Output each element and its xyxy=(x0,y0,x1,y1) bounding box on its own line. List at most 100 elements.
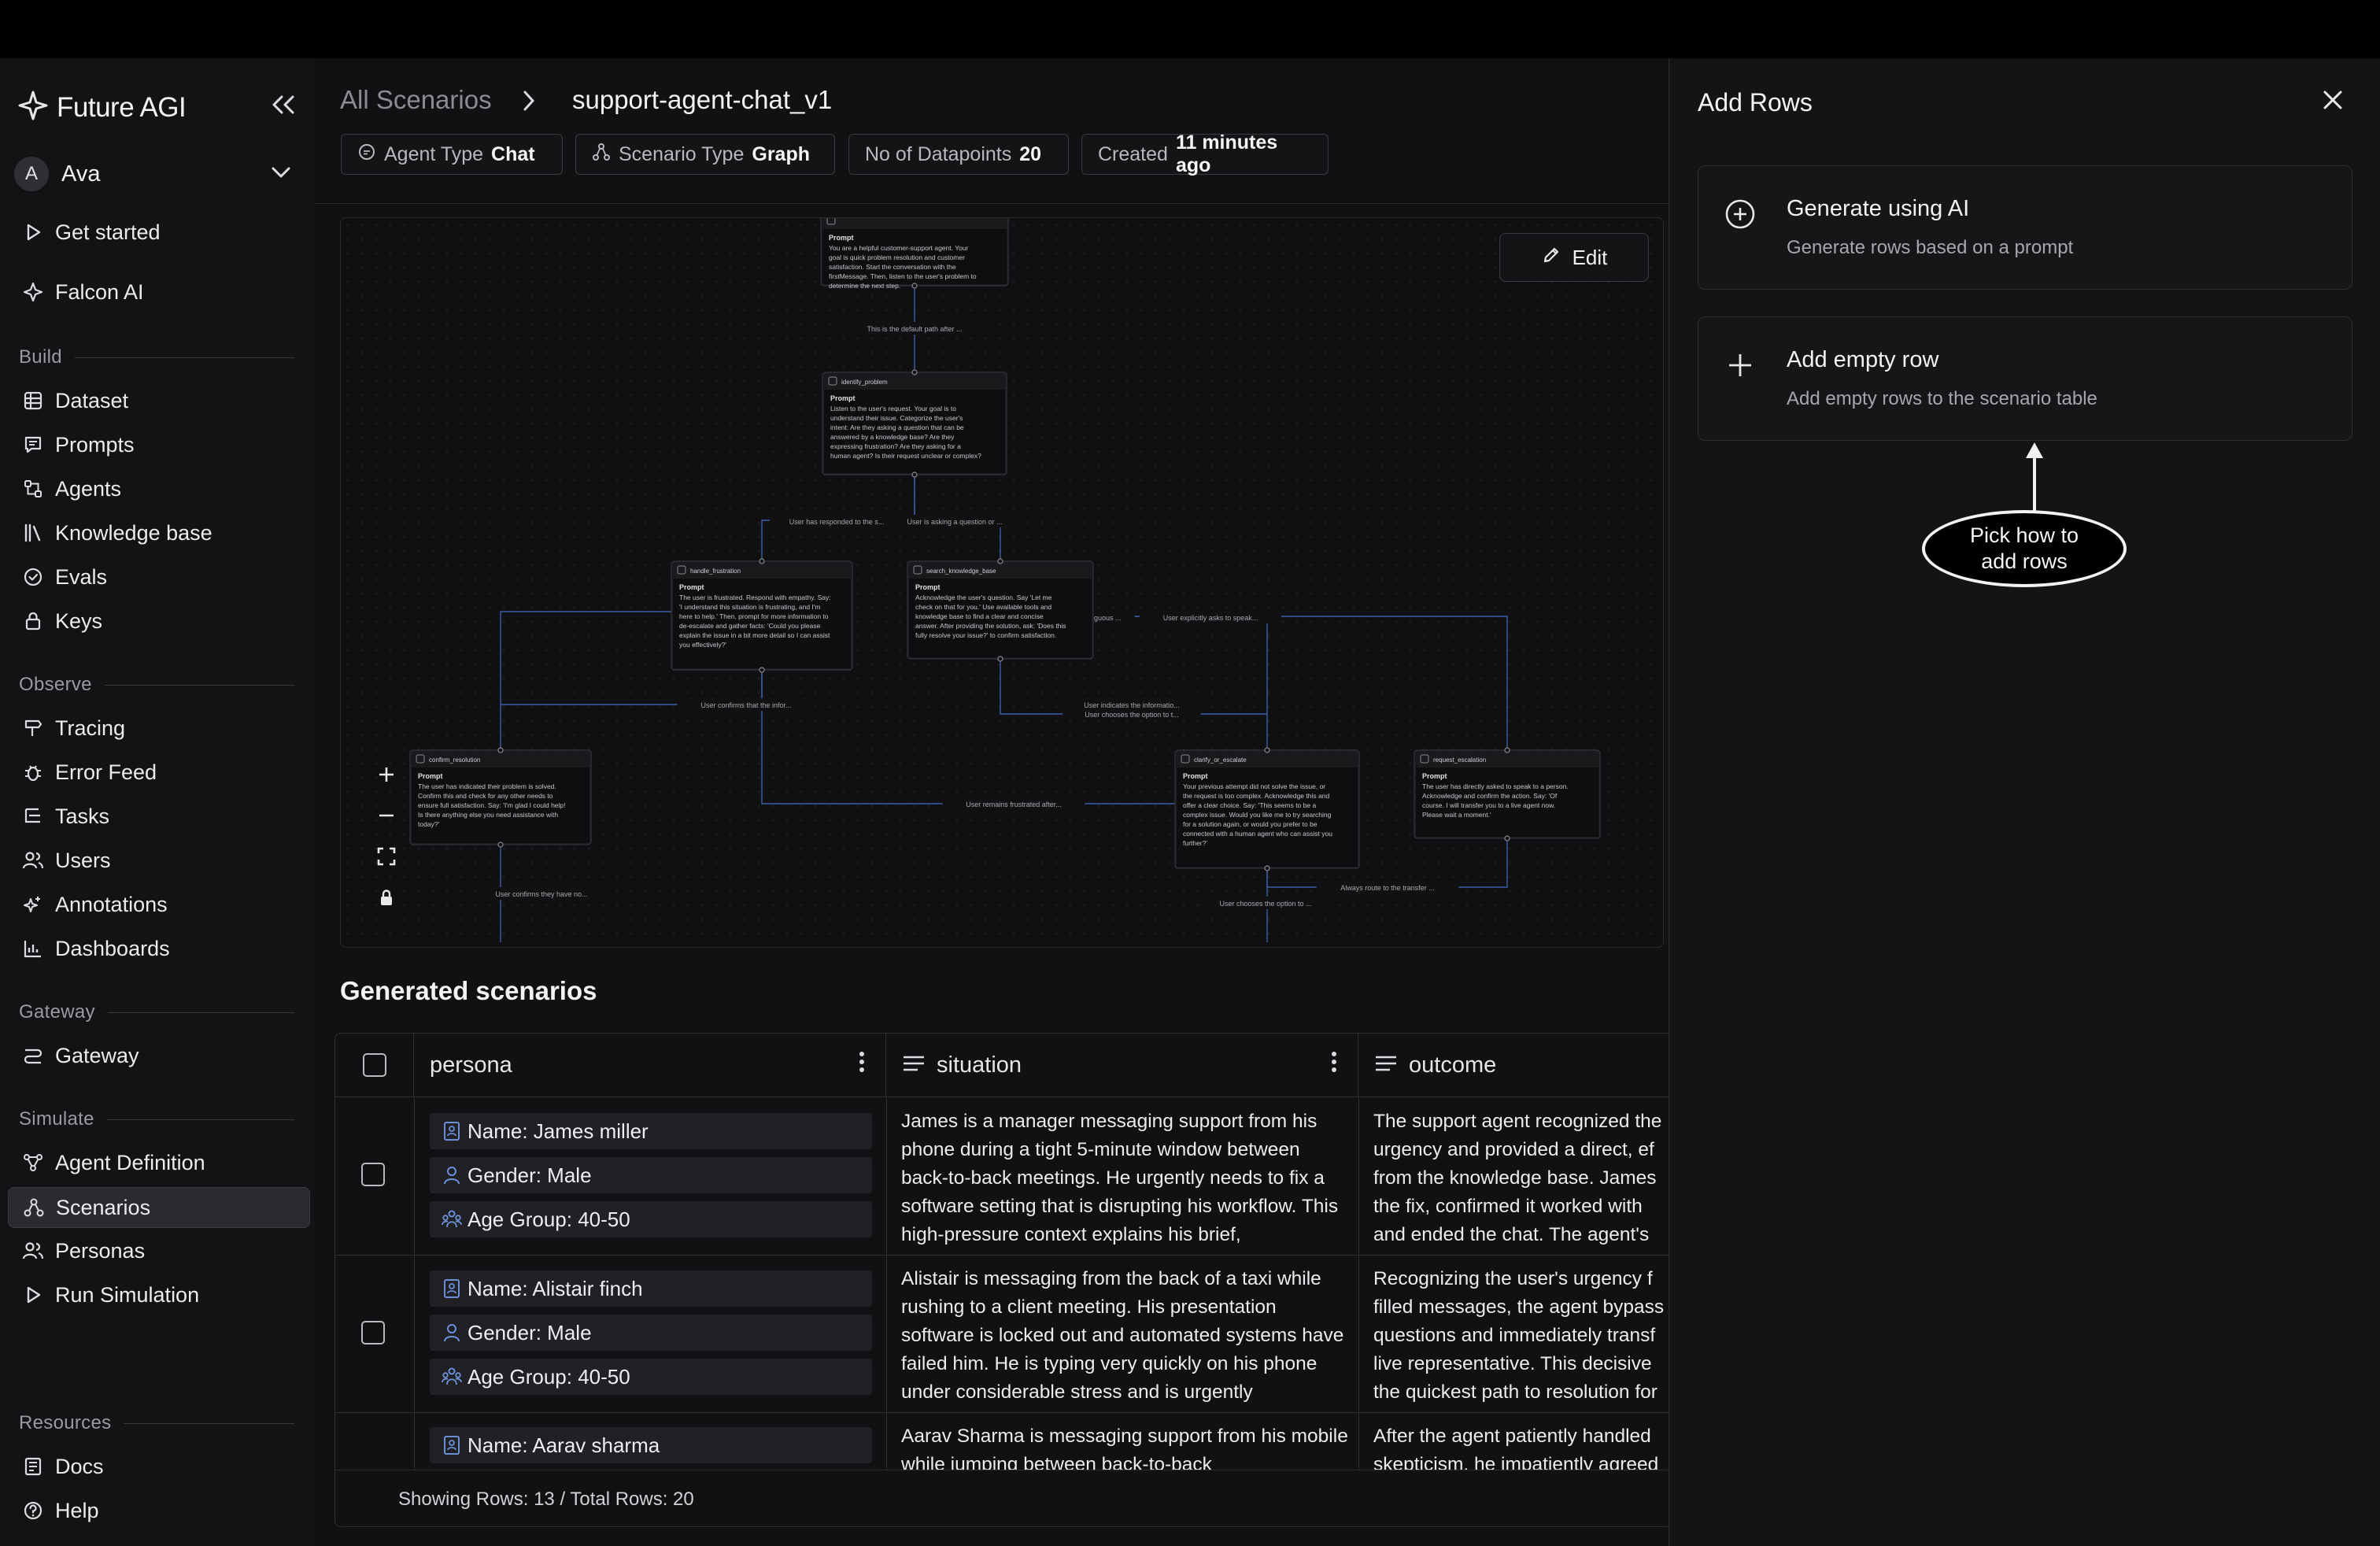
user-icon xyxy=(436,1322,468,1343)
add-empty-row-option[interactable]: Add empty row Add empty rows to the scen… xyxy=(1698,316,2352,441)
zoom-out-icon[interactable] xyxy=(367,795,406,836)
nav-gateway[interactable]: Gateway xyxy=(8,1036,309,1075)
graph-icon xyxy=(592,142,611,167)
node-name: clarify_or_escalate xyxy=(1194,756,1247,764)
nav-tracing[interactable]: Tracing xyxy=(8,708,309,748)
message-circle-icon xyxy=(357,142,376,167)
chip-created: Created 11 minutes ago xyxy=(1081,131,1329,176)
column-menu-icon[interactable] xyxy=(859,1050,865,1080)
node-prompt-text: intent: Are they asking a question that … xyxy=(830,423,964,431)
brand[interactable]: Future AGI xyxy=(17,90,187,125)
outcome-cell[interactable]: The support agent recognized the urgency… xyxy=(1373,1108,1672,1249)
node-handle xyxy=(1264,865,1270,871)
edit-graph-button[interactable]: Edit xyxy=(1499,233,1649,282)
node-handle xyxy=(911,369,918,375)
node-prompt-text: answered by a knowledge base? Are they xyxy=(830,433,955,441)
node-prompt-text: further?' xyxy=(1183,839,1207,847)
chip-datapoints: No of Datapoints 20 xyxy=(848,134,1069,175)
header-divider xyxy=(315,203,1669,204)
fit-view-icon[interactable] xyxy=(367,836,406,877)
play-icon xyxy=(19,218,47,246)
nav-annotations[interactable]: Annotations xyxy=(8,885,309,924)
column-header-persona[interactable]: persona xyxy=(414,1034,886,1097)
nav-docs[interactable]: Docs xyxy=(8,1447,309,1486)
play-icon xyxy=(19,1281,47,1309)
node-prompt-text: The user has indicated their problem is … xyxy=(418,782,556,790)
nav-personas[interactable]: Personas xyxy=(8,1231,309,1270)
nav-help[interactable]: Help xyxy=(8,1491,309,1530)
scenario-graph-canvas[interactable]: This is the default path after ... User h… xyxy=(340,217,1664,948)
edge-label: This is the default path after ... xyxy=(867,325,962,333)
outcome-cell[interactable]: Recognizing the user's urgency f filled … xyxy=(1373,1265,1672,1407)
section-resources: Resources xyxy=(19,1412,294,1434)
lock-icon[interactable] xyxy=(367,877,406,918)
node-prompt-text: Confirm this and check for any other nee… xyxy=(418,792,553,800)
column-header-outcome[interactable]: outcome xyxy=(1358,1034,1672,1097)
collapse-sidebar-icon[interactable] xyxy=(269,93,298,120)
nav-prompts[interactable]: Prompts xyxy=(8,425,309,464)
nav-tasks[interactable]: Tasks xyxy=(8,797,309,836)
nav-knowledge-base[interactable]: Knowledge base xyxy=(8,513,309,553)
users-icon xyxy=(19,846,47,875)
node-handle xyxy=(911,472,918,478)
node-name: identify_problem xyxy=(841,379,888,386)
nav-dashboards[interactable]: Dashboards xyxy=(8,929,309,968)
breadcrumb-all-scenarios[interactable]: All Scenarios xyxy=(340,85,492,115)
check-circle-icon xyxy=(19,563,47,591)
outcome-cell[interactable]: After the agent patiently handled skepti… xyxy=(1373,1422,1672,1470)
zoom-in-icon[interactable] xyxy=(367,754,406,795)
node-prompt-text: de-escalate and gather facts: 'Could you… xyxy=(679,622,821,630)
nav-agents[interactable]: Agents xyxy=(8,469,309,509)
outcome-text: Recognizing the user's urgency f filled … xyxy=(1373,1268,1665,1403)
node-prompt-text: explain the issue in a bit more detail s… xyxy=(679,631,830,639)
node-prompt-text: understand their issue. Categorize the u… xyxy=(830,414,963,422)
column-menu-icon[interactable] xyxy=(1331,1050,1337,1080)
column-header-situation[interactable]: situation xyxy=(886,1034,1358,1097)
user-icon xyxy=(436,1165,468,1185)
node-prompt-text: goal is quick problem resolution and cus… xyxy=(829,253,965,261)
sidebar: Future AGI A Ava Get started Falcon AI B… xyxy=(0,58,315,1546)
nav-agent-definition[interactable]: Agent Definition xyxy=(8,1143,309,1182)
select-all-checkbox[interactable] xyxy=(362,1053,386,1077)
node-prompt-label: Prompt xyxy=(830,394,856,402)
group-icon xyxy=(436,1367,468,1387)
row-checkbox[interactable] xyxy=(361,1321,385,1344)
edge-label: User is asking a question or ... xyxy=(907,518,1002,526)
nav-keys[interactable]: Keys xyxy=(8,601,309,641)
nav-scenarios[interactable]: Scenarios xyxy=(8,1187,310,1228)
nav-error-feed[interactable]: Error Feed xyxy=(8,753,309,792)
close-icon[interactable] xyxy=(2319,87,2346,117)
edge-label: User chooses the option to t... xyxy=(1085,711,1179,719)
node-prompt-text: Acknowledge the user's question. Say 'Le… xyxy=(915,594,1052,601)
situation-cell[interactable]: Aarav Sharma is messaging support from h… xyxy=(901,1422,1351,1470)
situation-cell[interactable]: James is a manager messaging support fro… xyxy=(901,1108,1351,1249)
situation-cell[interactable]: Alistair is messaging from the back of a… xyxy=(901,1265,1351,1407)
id-badge-icon xyxy=(436,1435,468,1455)
nav-evals[interactable]: Evals xyxy=(8,557,309,597)
node-handle xyxy=(759,667,765,673)
annotation-callout: Pick how to add rows xyxy=(1922,510,2127,587)
user-switcher[interactable]: A Ava xyxy=(14,154,298,194)
nav-users[interactable]: Users xyxy=(8,841,309,880)
graph-edge xyxy=(500,611,671,705)
nav-falcon-ai[interactable]: Falcon AI xyxy=(8,272,309,312)
bug-icon xyxy=(19,758,47,786)
node-prompt-text: Listen to the user's request. Your goal … xyxy=(830,405,956,412)
node-handle xyxy=(1264,747,1270,753)
row-checkbox[interactable] xyxy=(361,1163,385,1186)
node-prompt-text: determine the next step. xyxy=(829,282,900,290)
node-handle xyxy=(497,841,504,848)
nav-dataset[interactable]: Dataset xyxy=(8,381,309,420)
persona-gender: Gender: Male xyxy=(430,1157,872,1193)
node-prompt-text: for a solution again, or would you prefe… xyxy=(1183,820,1318,828)
edge-label: Always route to the transfer ... xyxy=(1340,884,1435,892)
node-prompt-text: Please wait a moment.' xyxy=(1422,811,1491,819)
edge-label: User has responded to the s... xyxy=(789,518,885,526)
graph-edge xyxy=(1093,616,1268,750)
node-prompt-label: Prompt xyxy=(915,583,941,591)
generate-using-ai-option[interactable]: Generate using AI Generate rows based on… xyxy=(1698,165,2352,290)
nav-run-simulation[interactable]: Run Simulation xyxy=(8,1275,309,1315)
list-tree-icon xyxy=(19,802,47,830)
nav-get-started[interactable]: Get started xyxy=(8,213,309,252)
pencil-icon xyxy=(1541,245,1561,271)
